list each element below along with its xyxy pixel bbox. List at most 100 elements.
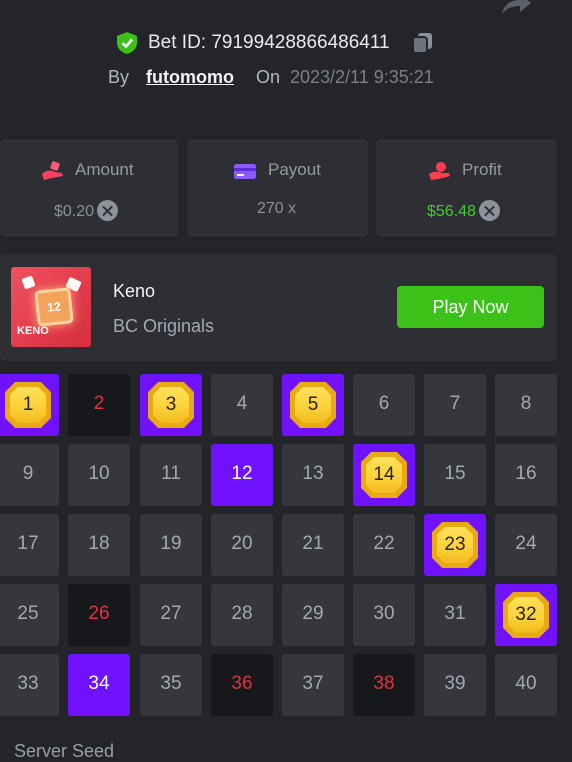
keno-cube-icon: 12 bbox=[34, 287, 74, 327]
keno-tile[interactable]: 36 bbox=[211, 654, 273, 716]
keno-tile[interactable]: 14 bbox=[353, 444, 415, 506]
keno-tile[interactable]: 18 bbox=[68, 514, 130, 576]
keno-tile[interactable]: 26 bbox=[68, 584, 130, 646]
keno-tile-number: 8 bbox=[520, 393, 532, 414]
keno-tile[interactable]: 23 bbox=[424, 514, 486, 576]
keno-tile-number: 15 bbox=[444, 463, 466, 484]
username-link[interactable]: futomomo bbox=[146, 67, 234, 88]
gold-gem-icon: 5 bbox=[290, 382, 336, 428]
keno-tile-number: 19 bbox=[160, 533, 182, 554]
keno-tile[interactable]: 17 bbox=[0, 514, 59, 576]
copy-icon[interactable] bbox=[412, 32, 434, 54]
keno-tile-number: 16 bbox=[515, 463, 537, 484]
xrp-coin-icon bbox=[478, 200, 500, 221]
keno-tile[interactable]: 24 bbox=[495, 514, 557, 576]
keno-tile[interactable]: 35 bbox=[140, 654, 202, 716]
bet-id: Bet ID: 79199428866486411 bbox=[148, 32, 390, 53]
keno-tile-number: 5 bbox=[307, 394, 319, 415]
game-name: Keno bbox=[113, 281, 156, 301]
stat-profit-label: Profit bbox=[462, 160, 502, 179]
on-label: On bbox=[256, 67, 281, 87]
keno-tile[interactable]: 30 bbox=[353, 584, 415, 646]
server-seed-label: Server Seed bbox=[14, 741, 115, 761]
by-label: By bbox=[108, 67, 130, 87]
keno-tile[interactable]: 3 bbox=[140, 374, 202, 436]
keno-tile[interactable]: 10 bbox=[68, 444, 130, 506]
xrp-coin-icon bbox=[97, 200, 119, 221]
keno-tile-number: 11 bbox=[161, 463, 181, 484]
keno-tile-number: 30 bbox=[373, 603, 395, 624]
keno-tile[interactable]: 21 bbox=[282, 514, 344, 576]
gold-gem-icon: 3 bbox=[148, 382, 194, 428]
keno-tile[interactable]: 34 bbox=[68, 654, 130, 716]
keno-tile-number: 27 bbox=[160, 603, 182, 624]
keno-tile[interactable]: 15 bbox=[424, 444, 486, 506]
keno-tile[interactable]: 22 bbox=[353, 514, 415, 576]
keno-tile-number: 39 bbox=[444, 673, 466, 694]
keno-tile[interactable]: 2 bbox=[68, 374, 130, 436]
keno-tile-number: 4 bbox=[236, 393, 248, 414]
keno-tile[interactable]: 27 bbox=[140, 584, 202, 646]
keno-tile[interactable]: 20 bbox=[211, 514, 273, 576]
keno-tile[interactable]: 7 bbox=[424, 374, 486, 436]
keno-tile[interactable]: 32 bbox=[495, 584, 557, 646]
keno-tile-number: 14 bbox=[373, 464, 395, 485]
keno-tile-number: 33 bbox=[17, 673, 39, 694]
wallet-icon bbox=[234, 164, 256, 179]
keno-tile-number: 28 bbox=[231, 603, 253, 624]
keno-tile[interactable]: 12 bbox=[211, 444, 273, 506]
stat-amount-value: $0.20 bbox=[54, 203, 95, 220]
keno-tile-number: 10 bbox=[88, 463, 110, 484]
keno-tile-number: 31 bbox=[444, 603, 466, 624]
keno-tile[interactable]: 8 bbox=[495, 374, 557, 436]
dice-icon bbox=[21, 275, 36, 290]
keno-tile[interactable]: 39 bbox=[424, 654, 486, 716]
keno-tile-number: 25 bbox=[17, 603, 39, 624]
keno-tile-number: 40 bbox=[515, 673, 537, 694]
gold-gem-icon: 32 bbox=[503, 592, 549, 638]
game-card: 12 KENO Keno BC Originals Play Now bbox=[0, 254, 557, 361]
keno-tile-number: 34 bbox=[88, 673, 110, 694]
game-provider: BC Originals bbox=[113, 316, 215, 336]
gold-gem-icon: 23 bbox=[432, 522, 478, 568]
stat-amount-label: Amount bbox=[75, 160, 134, 179]
keno-tile[interactable]: 38 bbox=[353, 654, 415, 716]
stat-amount: Amount $0.20 bbox=[0, 139, 178, 237]
keno-tile-number: 22 bbox=[373, 533, 395, 554]
keno-tile-number: 9 bbox=[22, 463, 34, 484]
keno-tile[interactable]: 37 bbox=[282, 654, 344, 716]
stat-payout-value: 270 x bbox=[257, 200, 297, 217]
keno-tile[interactable]: 29 bbox=[282, 584, 344, 646]
keno-tile[interactable]: 16 bbox=[495, 444, 557, 506]
keno-tile-number: 1 bbox=[22, 394, 34, 415]
keno-tile-number: 23 bbox=[444, 534, 466, 555]
stat-payout: Payout 270 x bbox=[187, 139, 368, 237]
keno-tile[interactable]: 33 bbox=[0, 654, 59, 716]
keno-tile[interactable]: 31 bbox=[424, 584, 486, 646]
keno-tile[interactable]: 13 bbox=[282, 444, 344, 506]
stat-amount-value-wrap: $0.20 bbox=[54, 200, 119, 221]
keno-tile[interactable]: 6 bbox=[353, 374, 415, 436]
keno-tile-number: 21 bbox=[302, 533, 324, 554]
thumb-number: 12 bbox=[46, 299, 62, 315]
keno-thumbnail[interactable]: 12 KENO bbox=[11, 267, 91, 347]
keno-tile-number: 26 bbox=[88, 603, 110, 624]
keno-tile[interactable]: 19 bbox=[140, 514, 202, 576]
keno-tile[interactable]: 4 bbox=[211, 374, 273, 436]
stat-profit-value: $56.48 bbox=[427, 203, 476, 220]
keno-tile[interactable]: 11 bbox=[140, 444, 202, 506]
play-now-button[interactable]: Play Now bbox=[397, 286, 544, 328]
keno-tile-number: 13 bbox=[302, 463, 324, 484]
keno-tile[interactable]: 5 bbox=[282, 374, 344, 436]
share-icon[interactable] bbox=[498, 0, 532, 16]
keno-tile-number: 18 bbox=[88, 533, 110, 554]
keno-tile[interactable]: 1 bbox=[0, 374, 59, 436]
bet-hand-icon bbox=[42, 161, 63, 180]
keno-tile[interactable]: 40 bbox=[495, 654, 557, 716]
keno-tile-number: 17 bbox=[17, 533, 39, 554]
keno-tile[interactable]: 9 bbox=[0, 444, 59, 506]
keno-tile[interactable]: 28 bbox=[211, 584, 273, 646]
keno-tile-number: 36 bbox=[231, 673, 253, 694]
keno-tile[interactable]: 25 bbox=[0, 584, 59, 646]
keno-tile-number: 12 bbox=[231, 463, 253, 484]
